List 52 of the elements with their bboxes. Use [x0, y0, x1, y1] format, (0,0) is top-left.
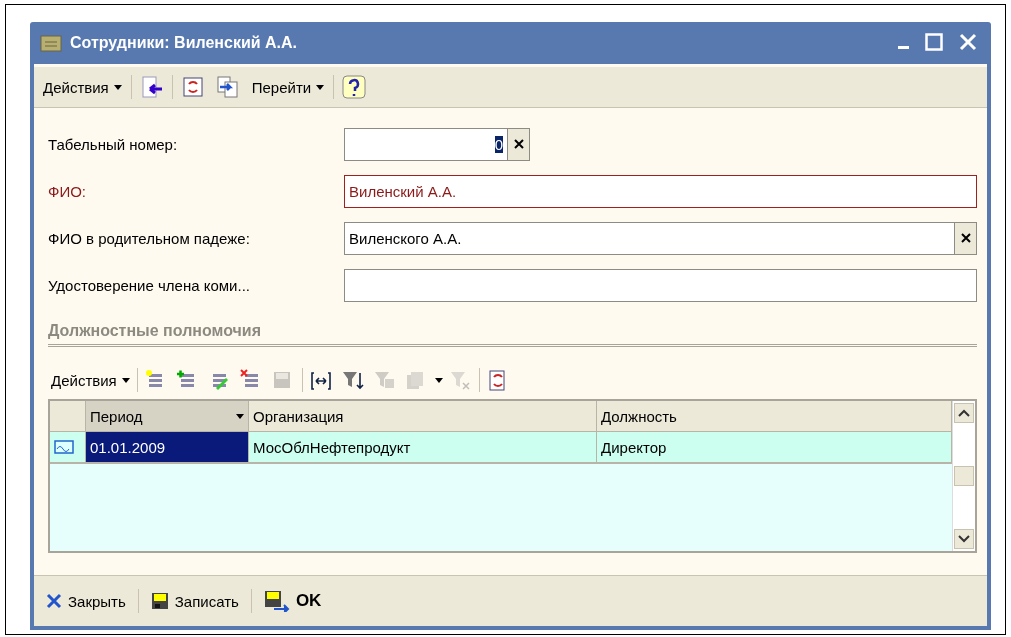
field-label: Табельный номер:	[48, 135, 178, 153]
section-title: Должностные полномочия	[48, 322, 977, 347]
chevron-up-icon	[958, 409, 970, 417]
scroll-down-button[interactable]	[954, 529, 974, 549]
folder-icon	[40, 34, 62, 52]
close-button[interactable]: Закрыть	[42, 590, 130, 612]
clear-button[interactable]	[507, 128, 529, 160]
close-icon	[46, 593, 62, 609]
scroll-up-button[interactable]	[954, 403, 974, 423]
input-field[interactable]	[344, 268, 977, 302]
save-button[interactable]: Записать	[146, 590, 243, 612]
caret-icon	[113, 84, 122, 90]
field-value: Виленский А.А.	[349, 182, 457, 200]
close-icon	[959, 32, 977, 51]
column-header[interactable]: Организация	[249, 401, 597, 431]
actions-menu[interactable]: Действия	[48, 369, 133, 391]
clear-button[interactable]	[954, 222, 976, 254]
input-field[interactable]: Виленский А.А.	[344, 174, 977, 208]
field-label: ФИО в родительном падеже:	[48, 229, 250, 247]
scroll-thumb[interactable]	[954, 466, 974, 486]
sort-caret-icon	[236, 413, 244, 419]
dropdown-caret-icon	[434, 377, 443, 383]
close-icon	[513, 139, 524, 149]
window-title: Сотрудники: Виленский А.А.	[70, 34, 299, 52]
record-icon	[54, 440, 74, 454]
floppy-arrow-icon	[263, 590, 290, 612]
filter-clear-icon	[448, 369, 473, 391]
input-field[interactable]: 0	[344, 127, 530, 161]
field-label: ФИО:	[48, 182, 87, 200]
scrollbar[interactable]	[952, 401, 975, 551]
actions-menu[interactable]: Действия	[40, 76, 125, 98]
table-row[interactable]: 01.01.2009 МосОблНефтепродукт Директор	[50, 432, 952, 464]
minimize-icon	[898, 46, 909, 49]
table-cell: МосОблНефтепродукт	[249, 432, 597, 462]
ok-button[interactable]: OK	[259, 588, 326, 614]
column-header[interactable]: Период	[86, 401, 249, 431]
help-button[interactable]	[340, 73, 369, 101]
maximize-icon	[925, 32, 943, 51]
chevron-down-icon	[958, 535, 970, 543]
filter-sort-icon	[340, 369, 365, 391]
caret-icon	[121, 377, 130, 383]
input-field[interactable]: Виленского А.А.	[344, 221, 977, 255]
table-cell: 01.01.2009	[86, 432, 249, 462]
field-label: Удостоверение члена коми...	[48, 276, 250, 294]
floppy-icon	[150, 592, 169, 610]
field-value: Виленского А.А.	[349, 229, 462, 247]
column-width-icon	[308, 369, 333, 391]
goto-menu[interactable]: Перейти	[248, 76, 328, 98]
filter-table-icon	[372, 369, 397, 391]
caret-icon	[316, 84, 325, 90]
field-value: 0	[494, 135, 503, 153]
close-icon	[960, 233, 971, 243]
